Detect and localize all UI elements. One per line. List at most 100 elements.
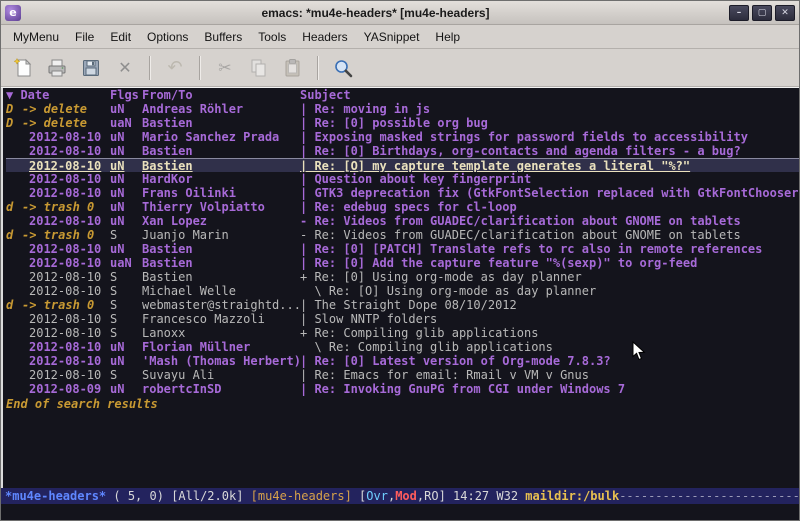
message-row[interactable]: 2012-08-10uaNBastien| Re: [0] Add the ca…: [6, 256, 799, 270]
modeline-plain: ,: [388, 488, 395, 504]
close-buffer-button[interactable]: ✕: [111, 54, 139, 82]
row-flags: S: [110, 270, 142, 284]
row-mark: [6, 214, 22, 228]
window-title: emacs: *mu4e-headers* [mu4e-headers]: [25, 6, 726, 20]
minimize-button[interactable]: –: [729, 5, 749, 21]
menu-edit[interactable]: Edit: [102, 27, 139, 47]
row-mark: [6, 130, 22, 144]
menu-options[interactable]: Options: [139, 27, 196, 47]
message-list: D-> deleteuNAndreas Röhler| Re: moving i…: [6, 102, 799, 396]
message-row[interactable]: d-> trash 0SJuanjo Marin- Re: Videos fro…: [6, 228, 799, 242]
search-button[interactable]: [329, 54, 357, 82]
column-header-flags[interactable]: Flgs: [110, 88, 142, 102]
message-row[interactable]: d-> trash 0Swebmaster@straightd...| The …: [6, 298, 799, 312]
message-row[interactable]: 2012-08-09uNrobertcInSD| Re: Invoking Gn…: [6, 382, 799, 396]
message-row[interactable]: 2012-08-10uNHardKor| Question about key …: [6, 172, 799, 186]
toolbar-separator: [317, 56, 319, 80]
toolbar-separator: [149, 56, 151, 80]
row-mark: [6, 172, 22, 186]
row-subject: | Re: [O] my capture template generates …: [300, 159, 799, 172]
row-flags: S: [110, 368, 142, 382]
scrollbar[interactable]: [1, 88, 3, 488]
end-of-results-text: End of search results: [6, 397, 799, 411]
row-from: Bastien: [142, 270, 300, 284]
close-icon: ✕: [118, 58, 131, 77]
message-row[interactable]: 2012-08-10SFrancesco Mazzoli| Slow NNTP …: [6, 312, 799, 326]
message-row[interactable]: 2012-08-10uNBastien| Re: [0] [PATCH] Tra…: [6, 242, 799, 256]
row-subject: \ Re: Compiling glib applications: [300, 340, 799, 354]
row-date: 2012-08-10: [22, 172, 110, 186]
column-header-subject[interactable]: Subject: [300, 88, 799, 102]
row-subject: | Re: [0] possible org bug: [300, 116, 799, 130]
row-from: Bastien: [142, 144, 300, 158]
message-row[interactable]: 2012-08-10uN'Mash (Thomas Herbert)| Re: …: [6, 354, 799, 368]
modeline-plain: [All/2.0k]: [171, 488, 250, 504]
row-subject: + Re: [0] Using org-mode as day planner: [300, 270, 799, 284]
copy-button[interactable]: [245, 54, 273, 82]
row-date: -> trash 0: [22, 298, 110, 312]
message-row[interactable]: 2012-08-10uNFrans Oilinki| GTK3 deprecat…: [6, 186, 799, 200]
message-row[interactable]: D-> deleteuaNBastien| Re: [0] possible o…: [6, 116, 799, 130]
menu-file[interactable]: File: [67, 27, 102, 47]
message-row[interactable]: 2012-08-10SMichael Welle \ Re: [O] Using…: [6, 284, 799, 298]
menu-tools[interactable]: Tools: [250, 27, 294, 47]
row-date: -> trash 0: [22, 228, 110, 242]
row-flags: uN: [110, 102, 142, 116]
maximize-button[interactable]: ▢: [752, 5, 772, 21]
row-from: Bastien: [142, 116, 300, 130]
mouse-cursor: [632, 341, 646, 361]
message-row[interactable]: 2012-08-10uNXan Lopez- Re: Videos from G…: [6, 214, 799, 228]
toolbar: ✕ ↶ ✂: [1, 49, 799, 87]
row-flags: uN: [110, 200, 142, 214]
save-button[interactable]: [77, 54, 105, 82]
row-flags: uaN: [110, 116, 142, 130]
row-date: 2012-08-10: [22, 214, 110, 228]
titlebar[interactable]: e emacs: *mu4e-headers* [mu4e-headers] –…: [1, 1, 799, 25]
row-flags: uN: [110, 172, 142, 186]
headers-buffer[interactable]: ▼ Date Flgs From/To Subject D-> deleteuN…: [1, 87, 799, 488]
message-row[interactable]: 2012-08-10uNMario Sanchez Prada| Exposin…: [6, 130, 799, 144]
cut-button[interactable]: ✂: [211, 54, 239, 82]
row-flags: uaN: [110, 256, 142, 270]
print-button[interactable]: [43, 54, 71, 82]
paste-button[interactable]: [279, 54, 307, 82]
row-subject: \ Re: [O] Using org-mode as day planner: [300, 284, 799, 298]
row-flags: uN: [110, 130, 142, 144]
row-subject: | Re: Emacs for email: Rmail v VM v Gnus: [300, 368, 799, 382]
message-row-current[interactable]: 2012-08-10uNBastien| Re: [O] my capture …: [6, 158, 799, 172]
close-button[interactable]: ✕: [775, 5, 795, 21]
emacs-icon: e: [5, 5, 21, 21]
row-subject: | Re: moving in js: [300, 102, 799, 116]
menu-headers[interactable]: Headers: [294, 27, 355, 47]
menu-mymenu[interactable]: MyMenu: [5, 27, 67, 47]
modeline-dashes: ----------------------------------------…: [619, 488, 799, 504]
menu-help[interactable]: Help: [427, 27, 468, 47]
row-from: Lanoxx: [142, 326, 300, 340]
message-row[interactable]: 2012-08-10SSuvayu Ali| Re: Emacs for ema…: [6, 368, 799, 382]
row-subject: + Re: Compiling glib applications: [300, 326, 799, 340]
new-file-button[interactable]: [9, 54, 37, 82]
menu-yasnippet[interactable]: YASnippet: [356, 27, 428, 47]
row-from: Mario Sanchez Prada: [142, 130, 300, 144]
row-flags: uN: [110, 214, 142, 228]
row-from: Bastien: [142, 242, 300, 256]
echo-area[interactable]: [1, 504, 799, 520]
row-flags: S: [110, 312, 142, 326]
row-mark: [6, 312, 22, 326]
row-date: 2012-08-10: [22, 354, 110, 368]
message-row[interactable]: d-> trash 0uNThierry Volpiatto| Re: edeb…: [6, 200, 799, 214]
column-header-date[interactable]: ▼ Date: [6, 88, 110, 102]
menu-buffers[interactable]: Buffers: [196, 27, 250, 47]
row-date: 2012-08-10: [22, 130, 110, 144]
column-header-from[interactable]: From/To: [142, 88, 300, 102]
row-date: 2012-08-10: [22, 368, 110, 382]
message-row[interactable]: D-> deleteuNAndreas Röhler| Re: moving i…: [6, 102, 799, 116]
message-row[interactable]: 2012-08-10SBastien+ Re: [0] Using org-mo…: [6, 270, 799, 284]
row-mark: [6, 340, 22, 354]
row-mark: [6, 256, 22, 270]
message-row[interactable]: 2012-08-10SLanoxx+ Re: Compiling glib ap…: [6, 326, 799, 340]
undo-button[interactable]: ↶: [161, 54, 189, 82]
message-row[interactable]: 2012-08-10uNFlorian Müllner \ Re: Compil…: [6, 340, 799, 354]
row-flags: S: [110, 228, 142, 242]
message-row[interactable]: 2012-08-10uNBastien| Re: [0] Birthdays, …: [6, 144, 799, 158]
